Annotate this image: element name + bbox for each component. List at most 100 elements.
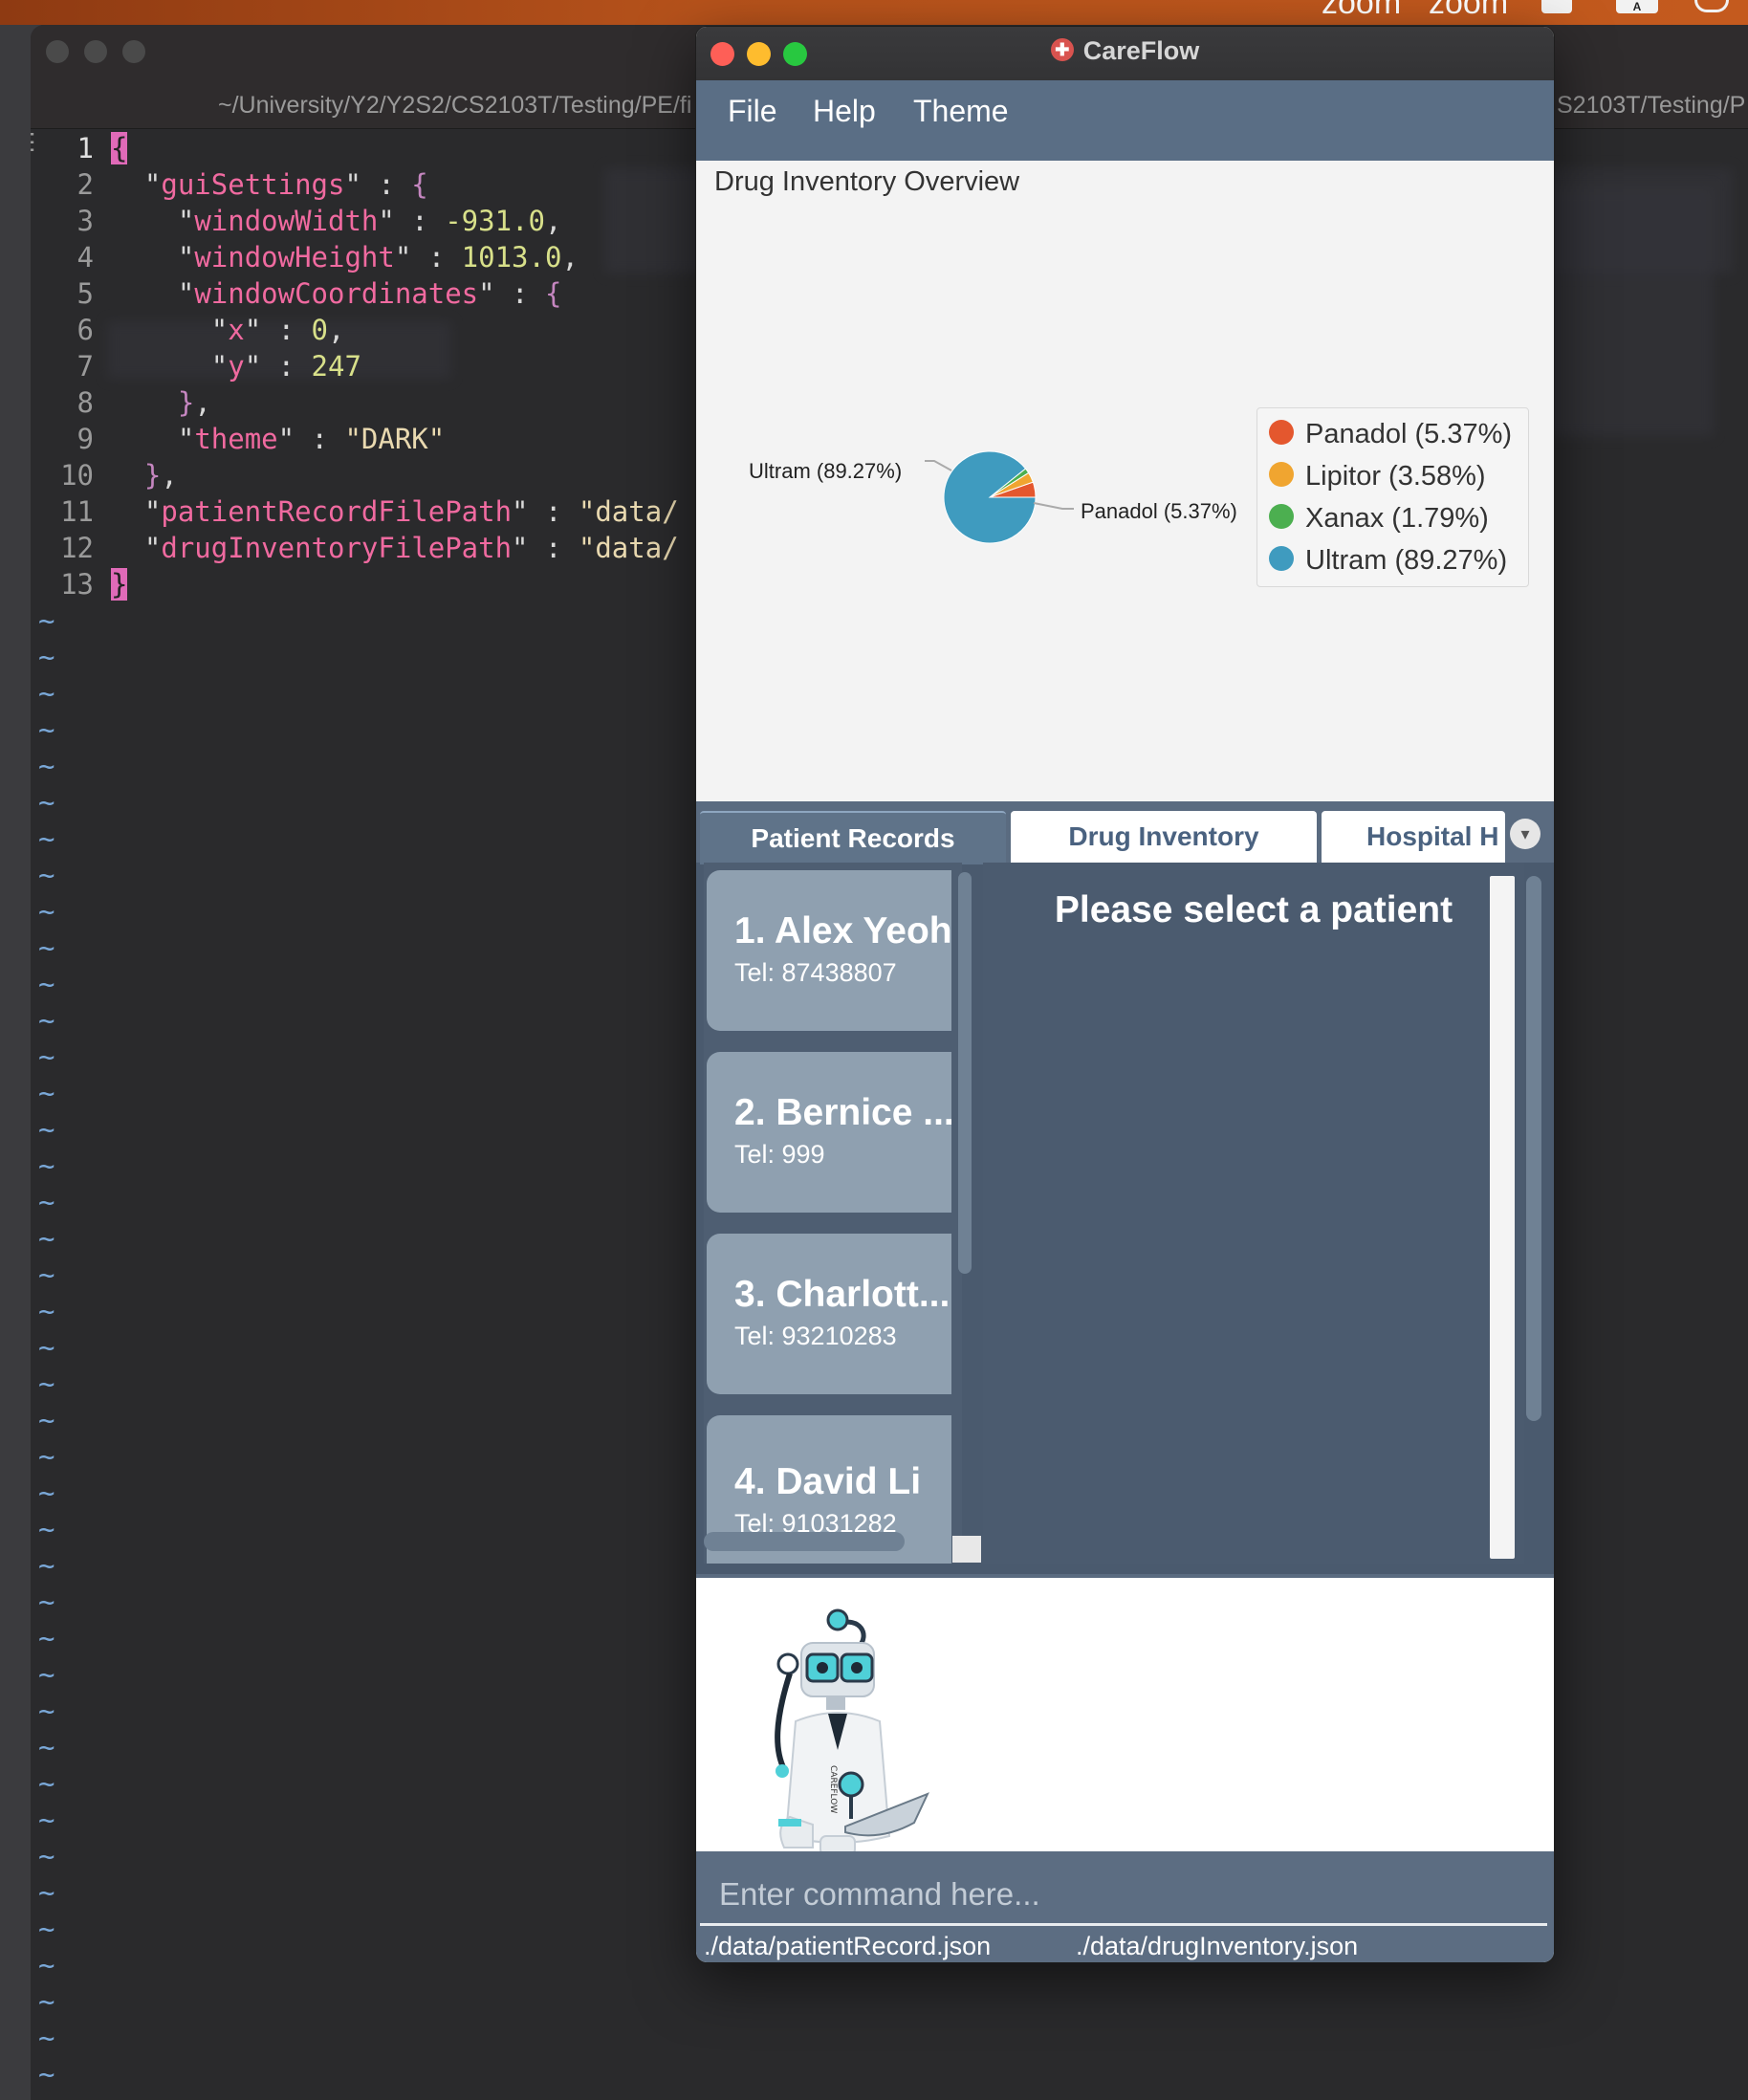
code-token: , <box>161 459 178 492</box>
empty-line-tilde: ~ <box>38 677 55 710</box>
status-bar: ./data/patientRecord.json ./data/drugInv… <box>696 1930 1554 1962</box>
empty-line-tilde: ~ <box>38 604 55 637</box>
code-line[interactable]: 2 "guiSettings" : { <box>31 166 428 203</box>
code-line[interactable]: 4 "windowHeight" : 1013.0, <box>31 239 579 275</box>
code-token: , <box>561 241 579 273</box>
zoom-menubar-item[interactable]: zoom <box>1322 0 1401 22</box>
pie-label-panadol: Panadol (5.37%) <box>1081 499 1237 523</box>
tab-overflow-dropdown-icon[interactable]: ▾ <box>1510 819 1540 849</box>
code-token: } <box>177 386 195 419</box>
patient-list-vscroll[interactable] <box>958 872 972 1274</box>
empty-line-tilde: ~ <box>38 1040 55 1073</box>
code-token: " : <box>344 168 412 201</box>
mascot-coat-text: CAREFLOW <box>828 1765 838 1813</box>
empty-line-tilde: ~ <box>38 1804 55 1836</box>
code-token: " : <box>378 205 446 237</box>
code-text: "x" : 0, <box>111 312 345 348</box>
empty-line-tilde: ~ <box>38 1149 55 1182</box>
status-drug-file: ./data/drugInventory.json <box>1076 1932 1359 1960</box>
patient-detail-panel: Please select a patient <box>983 863 1524 1564</box>
empty-line-tilde: ~ <box>38 2022 55 2054</box>
code-token: { <box>111 132 128 164</box>
code-line[interactable]: 9 "theme" : "DARK" <box>31 421 446 457</box>
code-token: 0 <box>311 314 328 346</box>
tab-drug-inventory[interactable]: Drug Inventory <box>1011 811 1317 863</box>
pane-vscroll[interactable] <box>1526 876 1541 1421</box>
legend-dot <box>1269 462 1294 488</box>
empty-line-tilde: ~ <box>38 2092 55 2100</box>
line-number: 3 <box>76 205 94 237</box>
code-token: " : <box>244 350 312 383</box>
line-number: 5 <box>76 277 94 310</box>
pie-leader-line-panadol <box>1033 502 1074 510</box>
editor-path-right: S2103T/Testing/P <box>1557 92 1746 119</box>
code-token: patientRecordFilePath <box>161 495 513 528</box>
empty-line-tilde: ~ <box>38 822 55 855</box>
detail-placeholder: Please select a patient <box>1054 889 1453 930</box>
patient-list[interactable]: 1. Alex Yeoh Tel: 87438807 2. Bernice ..… <box>704 863 962 1564</box>
editor-zoom-button[interactable] <box>122 40 145 63</box>
detail-scrollbar[interactable] <box>1490 876 1515 1559</box>
input-source-icon[interactable]: A <box>1616 0 1658 13</box>
careflow-app-icon: ✚ <box>1050 37 1074 61</box>
editor-close-button[interactable] <box>46 40 69 63</box>
empty-line-tilde: ~ <box>38 1295 55 1327</box>
line-number: 1 <box>76 132 94 164</box>
editor-minimize-button[interactable] <box>84 40 107 63</box>
window-menubar-icon[interactable] <box>1541 0 1572 13</box>
code-token: " <box>111 495 162 528</box>
legend-label: Panadol (5.37%) <box>1305 419 1513 449</box>
empty-line-tilde: ~ <box>38 1258 55 1291</box>
pie-slice-ultram[interactable] <box>943 450 1037 544</box>
empty-line-tilde: ~ <box>38 1440 55 1473</box>
code-line[interactable]: 10 }, <box>31 457 178 493</box>
patient-card[interactable]: 3. Charlott... Tel: 93210283 <box>707 1234 951 1394</box>
code-line[interactable]: 7 "y" : 247 <box>31 348 361 384</box>
code-token: , <box>194 386 211 419</box>
menu-theme[interactable]: Theme <box>913 94 1009 129</box>
careflow-window: ✚ CareFlow File Help Theme Drug Inventory… <box>695 26 1555 1963</box>
code-token: " <box>111 277 195 310</box>
menu-file[interactable]: File <box>728 94 777 129</box>
zoom-menubar-item-2[interactable]: zoom <box>1429 0 1508 22</box>
command-box <box>696 1851 1554 1930</box>
patient-card[interactable]: 1. Alex Yeoh Tel: 87438807 <box>707 870 951 1031</box>
line-number: 6 <box>76 314 94 346</box>
sidebar-toggle-icon[interactable]: ☰ <box>31 128 35 158</box>
patient-list-hscroll[interactable] <box>704 1532 905 1551</box>
code-text: { <box>111 130 128 166</box>
code-token: theme <box>194 423 278 455</box>
menu-bar: File Help Theme <box>696 80 1554 161</box>
tab-pane: Patient Records Drug Inventory Hospital … <box>696 801 1554 1574</box>
command-input[interactable] <box>700 1865 1547 1926</box>
code-token: windowWidth <box>194 205 379 237</box>
line-number: 10 <box>60 459 94 492</box>
empty-line-tilde: ~ <box>38 1404 55 1436</box>
code-line[interactable]: 12 "drugInventoryFilePath" : "data/ <box>31 530 679 566</box>
code-line[interactable]: 13} <box>31 566 128 602</box>
code-line[interactable]: 1{ <box>31 130 128 166</box>
line-number: 12 <box>60 532 94 564</box>
patient-phone: Tel: 87438807 <box>734 958 897 987</box>
control-center-icon[interactable] <box>1694 0 1729 12</box>
code-line[interactable]: 5 "windowCoordinates" : { <box>31 275 562 312</box>
line-number: 9 <box>76 423 94 455</box>
tab-hospital-bill[interactable]: Hospital H <box>1322 811 1505 863</box>
legend-item: Ultram (89.27%) <box>1269 542 1507 579</box>
code-line[interactable]: 6 "x" : 0, <box>31 312 345 348</box>
code-line[interactable]: 11 "patientRecordFilePath" : "data/ <box>31 493 679 530</box>
patient-card[interactable]: 2. Bernice ... Tel: 999 <box>707 1052 951 1213</box>
empty-line-tilde: ~ <box>38 1113 55 1146</box>
code-line[interactable]: 8 }, <box>31 384 211 421</box>
menu-help[interactable]: Help <box>813 94 876 129</box>
code-token: " : <box>244 314 312 346</box>
patient-phone: Tel: 93210283 <box>734 1322 897 1350</box>
empty-line-tilde: ~ <box>38 1658 55 1691</box>
empty-line-tilde: ~ <box>38 1077 55 1109</box>
code-token: } <box>111 568 128 601</box>
tab-patient-records[interactable]: Patient Records <box>700 811 1006 864</box>
code-token: " <box>111 205 195 237</box>
code-line[interactable]: 3 "windowWidth" : -931.0, <box>31 203 562 239</box>
scroll-corner <box>952 1536 981 1563</box>
